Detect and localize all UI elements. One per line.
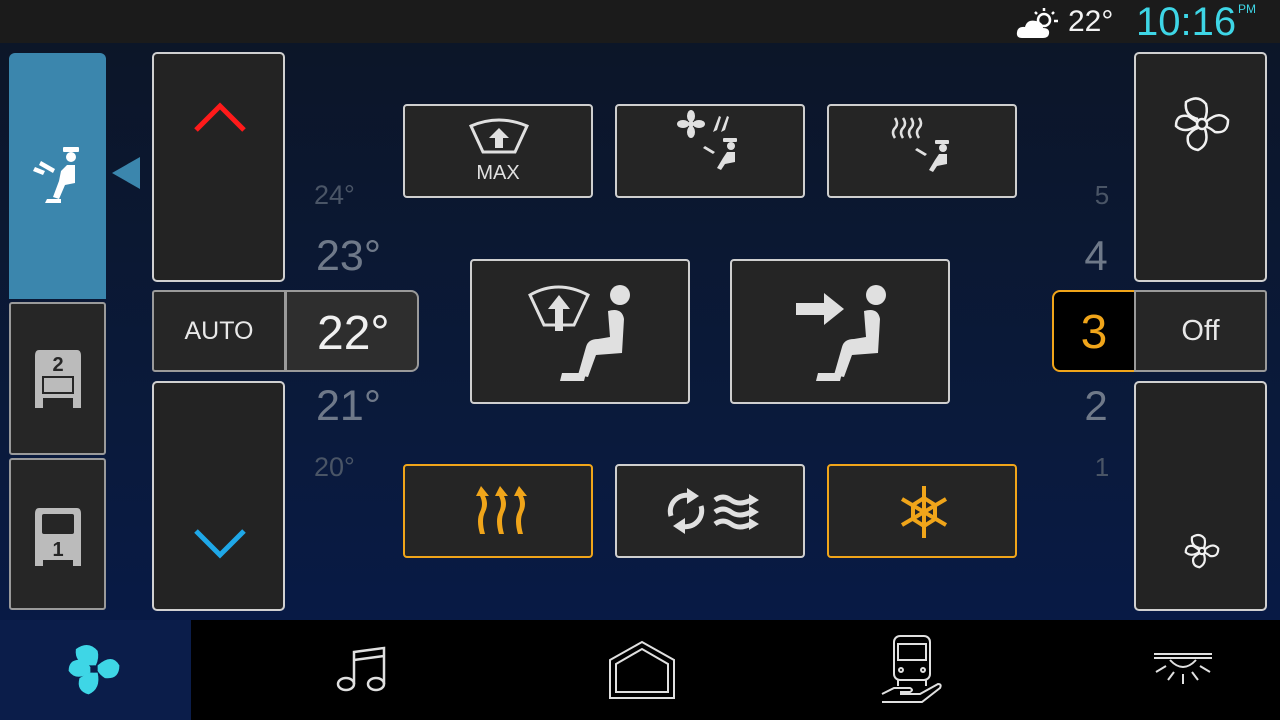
ceiling-light-icon <box>1154 653 1212 684</box>
seat-row-1-icon: 1 <box>35 508 81 566</box>
fan-speed-up-button[interactable] <box>1134 52 1267 282</box>
bus-hand-icon <box>881 635 942 703</box>
zone-driver-button[interactable] <box>9 53 106 299</box>
nav-lights-tab[interactable] <box>1152 650 1214 690</box>
fan-speed-display: 3 <box>1052 290 1136 372</box>
seat-row-2-icon: 2 <box>35 350 81 408</box>
temp-up-button[interactable] <box>152 52 285 282</box>
temp-down-button[interactable] <box>152 381 285 611</box>
windshield-defrost-icon <box>468 118 530 154</box>
heat-upper-airflow-icon <box>891 117 949 172</box>
clock-ampm: PM <box>1238 2 1256 16</box>
face-vent-button[interactable] <box>730 259 950 404</box>
temp-scale-value: 24° <box>314 180 355 210</box>
max-label: MAX <box>476 162 520 184</box>
ac-button[interactable] <box>827 464 1017 558</box>
current-fan-speed: 3 <box>1080 306 1108 359</box>
home-icon <box>609 640 675 699</box>
nav-home-tab[interactable] <box>608 640 676 700</box>
fan-off-label: Off <box>1181 315 1220 347</box>
chevron-up-icon <box>194 102 246 132</box>
fan-off-button[interactable]: Off <box>1134 290 1267 372</box>
windshield-and-floor-button[interactable] <box>470 259 690 404</box>
fan-large-icon <box>1174 97 1230 152</box>
svg-text:2: 2 <box>52 354 63 376</box>
temp-scale-value: 23° <box>316 232 382 280</box>
fan-upper-airflow-icon <box>677 110 737 170</box>
fan-small-icon <box>1184 533 1220 569</box>
fan-scale-value: 5 <box>1094 180 1110 210</box>
svg-text:1: 1 <box>52 539 63 561</box>
nav-vehicle-tab[interactable] <box>880 634 942 706</box>
partly-cloudy-icon <box>1016 6 1062 40</box>
heat-waves-icon <box>476 486 527 534</box>
auto-label: AUTO <box>184 317 254 345</box>
fan-icon <box>68 644 120 695</box>
nav-music-tab[interactable] <box>336 646 388 694</box>
heat-button[interactable] <box>403 464 593 558</box>
clock-time: 10:16 <box>1136 0 1237 44</box>
nav-climate-tab[interactable] <box>0 620 191 720</box>
seated-driver-icon <box>33 147 79 203</box>
heat-to-upper-button[interactable] <box>827 104 1017 198</box>
temp-scale-value: 20° <box>314 452 355 482</box>
windshield-seated-person-icon <box>528 285 630 381</box>
zone-selected-arrow-icon <box>112 157 142 189</box>
music-note-icon <box>336 646 386 692</box>
snowflake-icon <box>900 486 948 538</box>
temperature-display: 22° <box>285 290 419 372</box>
recirculation-button[interactable] <box>615 464 805 558</box>
temp-scale-value: 21° <box>316 382 382 430</box>
chevron-down-icon <box>194 529 246 559</box>
current-temperature: 22° <box>317 307 390 360</box>
auto-button[interactable]: AUTO <box>152 290 286 372</box>
fan-to-upper-button[interactable] <box>615 104 805 198</box>
max-defrost-button[interactable]: MAX <box>403 104 593 198</box>
fan-speed-down-button[interactable] <box>1134 381 1267 611</box>
fan-scale-value: 4 <box>1084 232 1108 279</box>
outside-temperature: 22° <box>1068 5 1114 38</box>
fan-scale-value: 1 <box>1094 452 1110 482</box>
zone-row-1-button[interactable]: 1 <box>9 458 106 610</box>
recirculation-icon <box>667 488 759 534</box>
zone-row-2-button[interactable]: 2 <box>9 302 106 455</box>
fan-scale-value: 2 <box>1084 382 1108 429</box>
face-airflow-seated-person-icon <box>796 285 886 381</box>
